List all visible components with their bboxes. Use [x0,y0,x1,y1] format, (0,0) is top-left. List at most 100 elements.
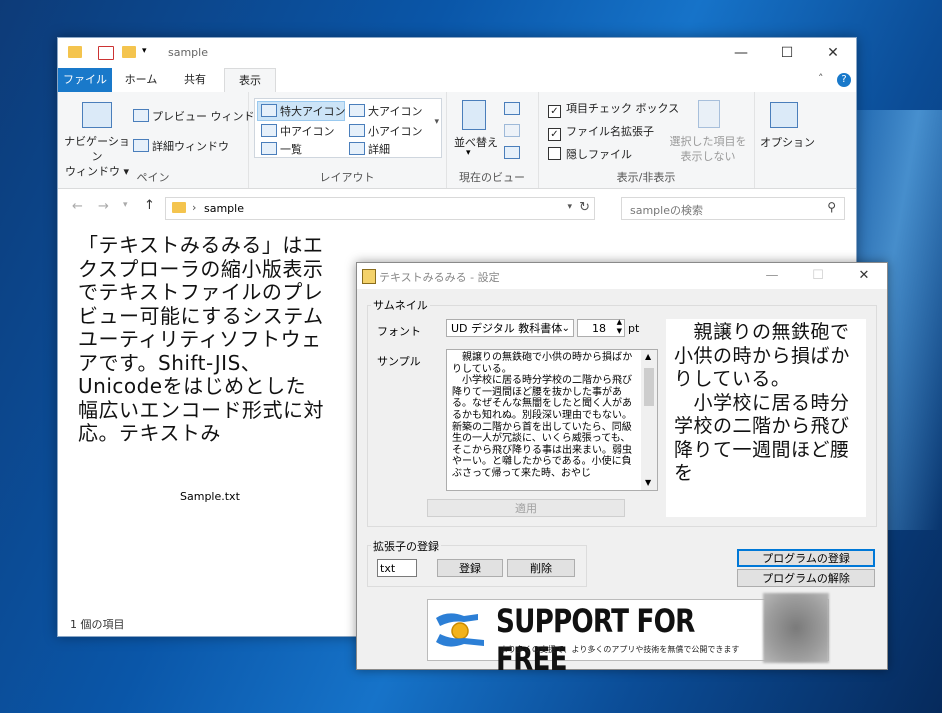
font-size-stepper[interactable]: 18 ▲ ▼ [577,318,625,337]
address-box[interactable]: › sample ▾ ↻ [165,197,595,220]
sort-icon [462,100,486,130]
pane-group: ナビゲーション ウィンドウ ▾ プレビュー ウィンドウ 詳細ウィンドウ ペイン [58,92,266,188]
file-name-label[interactable]: Sample.txt [180,490,240,503]
hide-selected-icon [698,100,720,128]
details-pane-button[interactable]: 詳細ウィンドウ [133,138,229,154]
new-folder-icon[interactable] [122,46,136,58]
tab-home[interactable]: ホーム [116,68,166,92]
options-button[interactable]: オプション [760,134,815,150]
sample-text: 親譲りの無鉄砲で小供の時から損ばかりしている。 小学校に居る時分学校の二階から飛… [452,352,633,479]
ribbon: ナビゲーション ウィンドウ ▾ プレビュー ウィンドウ 詳細ウィンドウ ペイン … [58,92,856,189]
delete-button[interactable]: 削除 [507,559,575,577]
dialog-title: テキストみるみる - 設定 [379,271,500,284]
extra-large-icons-icon [261,104,277,117]
preview-pane-icon [133,109,149,122]
file-extensions-label: ファイル名拡張子 [566,125,654,138]
layout-small-icons[interactable]: 小アイコン [349,123,422,139]
sample-label: サンプル [377,355,421,368]
sort-by-button[interactable]: 並べ替え [454,134,498,150]
unregister-program-button[interactable]: プログラムの解除 [737,569,875,587]
up-arrow-icon[interactable]: ↑ [144,198,155,213]
title-bar: ▾ sample — ☐ ✕ [58,38,856,68]
thumbnail-group-label: サムネイル [371,297,430,313]
checkbox-checked-icon: ✓ [548,128,561,141]
font-size-value: 18 [592,322,606,335]
recent-locations-icon[interactable]: ▾ [123,200,128,210]
apply-button[interactable]: 適用 [427,499,625,517]
tab-file[interactable]: ファイル [58,68,112,92]
layout-label: 一覧 [280,143,302,156]
dialog-title-bar: テキストみるみる - 設定 — ☐ ✕ [357,263,887,289]
help-icon[interactable]: ? [837,73,851,87]
item-checkbox-label: 項目チェック ボックス [566,102,680,115]
search-placeholder: sampleの検索 [630,204,703,217]
layout-more-icon[interactable]: ▾ [434,117,439,127]
show-hide-group-label: 表示/非表示 [616,171,676,184]
minimize-button[interactable]: — [718,38,764,68]
close-button[interactable]: ✕ [810,38,856,68]
layout-group: 特大アイコン 大アイコン 中アイコン 小アイコン 一覧 詳細 ▾ レイアウト [248,92,447,188]
pane-group-label: ペイン [136,171,170,184]
layout-label: 大アイコン [368,105,423,118]
sample-scrollbar[interactable]: ▲ ▼ [641,350,657,490]
properties-icon[interactable] [98,46,114,60]
breadcrumb-separator-icon: › [192,201,197,214]
font-preview-text: 親譲りの無鉄砲で小供の時から損ばかりしている。 小学校に居る時分学校の二階から飛… [674,321,850,484]
refresh-icon[interactable]: ↻ [579,200,590,215]
banner-title: SUPPORT FOR FREE [496,602,695,678]
maximize-button[interactable]: ☐ [764,38,810,68]
font-label: フォント [377,325,421,338]
layout-extra-large-icons[interactable]: 特大アイコン [261,103,345,119]
dialog-minimize-button[interactable]: — [749,263,795,289]
search-icon[interactable]: ⚲ [827,200,836,214]
search-input[interactable]: sampleの検索 ⚲ [621,197,845,220]
layout-medium-icons[interactable]: 中アイコン [261,123,334,139]
extension-group-label: 拡張子の登録 [371,538,441,554]
extension-input[interactable]: txt [377,559,417,577]
checkbox-checked-icon: ✓ [548,105,561,118]
dialog-close-button[interactable]: ✕ [841,263,887,289]
hands-coin-icon [436,613,484,647]
file-extensions-toggle[interactable]: ✓ ファイル名拡張子 [548,123,654,141]
layout-large-icons[interactable]: 大アイコン [349,103,422,119]
quick-access-dropdown-icon[interactable]: ▾ [142,46,147,56]
hide-selected-button[interactable]: 選択した項目を 表示しない [668,134,748,164]
register-button[interactable]: 登録 [437,559,503,577]
register-program-button[interactable]: プログラムの登録 [737,549,875,567]
scroll-up-icon[interactable]: ▲ [645,351,651,363]
breadcrumb-path[interactable]: sample [204,202,244,215]
font-select[interactable]: UD デジタル 教科書体 ⌄ [446,319,574,337]
group-by-icon[interactable] [504,102,520,115]
layout-list[interactable]: 一覧 [261,141,302,157]
tab-share[interactable]: 共有 [170,68,220,92]
scroll-down-icon[interactable]: ▼ [645,477,651,489]
current-view-group-label: 現在のビュー [459,171,525,184]
item-checkbox-toggle[interactable]: ✓ 項目チェック ボックス [548,100,679,118]
spin-arrows-icon[interactable]: ▲ ▼ [617,318,622,336]
tab-view[interactable]: 表示 [224,68,276,94]
details-pane-label: 詳細ウィンドウ [152,140,229,153]
sample-textarea[interactable]: 親譲りの無鉄砲で小供の時から損ばかりしている。 小学校に居る時分学校の二階から飛… [446,349,658,491]
banner-subtitle: より多くの支援で、より多くのアプリや技術を無償で公開できます [500,645,740,654]
dialog-maximize-button[interactable]: ☐ [795,263,841,289]
window-title: sample [168,46,208,59]
thumbnail-preview-text[interactable]: 「テキストみるみる」はエクスプローラの縮小版表示でテキストファイルのプレビュー可… [78,233,326,446]
large-icons-icon [349,104,365,117]
font-select-value: UD デジタル 教科書体 [451,322,563,335]
preview-pane-button[interactable]: プレビュー ウィンドウ [133,108,266,124]
hidden-files-toggle[interactable]: 隠しファイル [548,146,632,162]
add-columns-icon[interactable] [504,124,520,137]
small-icons-icon [349,124,365,137]
options-icon [770,102,798,128]
back-arrow-icon[interactable]: ← [72,199,83,214]
collapse-ribbon-icon[interactable]: ˄ [818,72,824,85]
forward-arrow-icon[interactable]: → [98,199,109,214]
layout-label: 中アイコン [280,125,335,138]
sort-dropdown-icon[interactable]: ▾ [466,148,471,158]
checkbox-unchecked-icon [548,147,561,160]
layout-details[interactable]: 詳細 [349,141,390,157]
layout-label: 特大アイコン [280,105,346,118]
size-columns-icon[interactable] [504,146,520,159]
address-dropdown-icon[interactable]: ▾ [567,202,572,212]
scrollbar-thumb[interactable] [644,368,654,406]
